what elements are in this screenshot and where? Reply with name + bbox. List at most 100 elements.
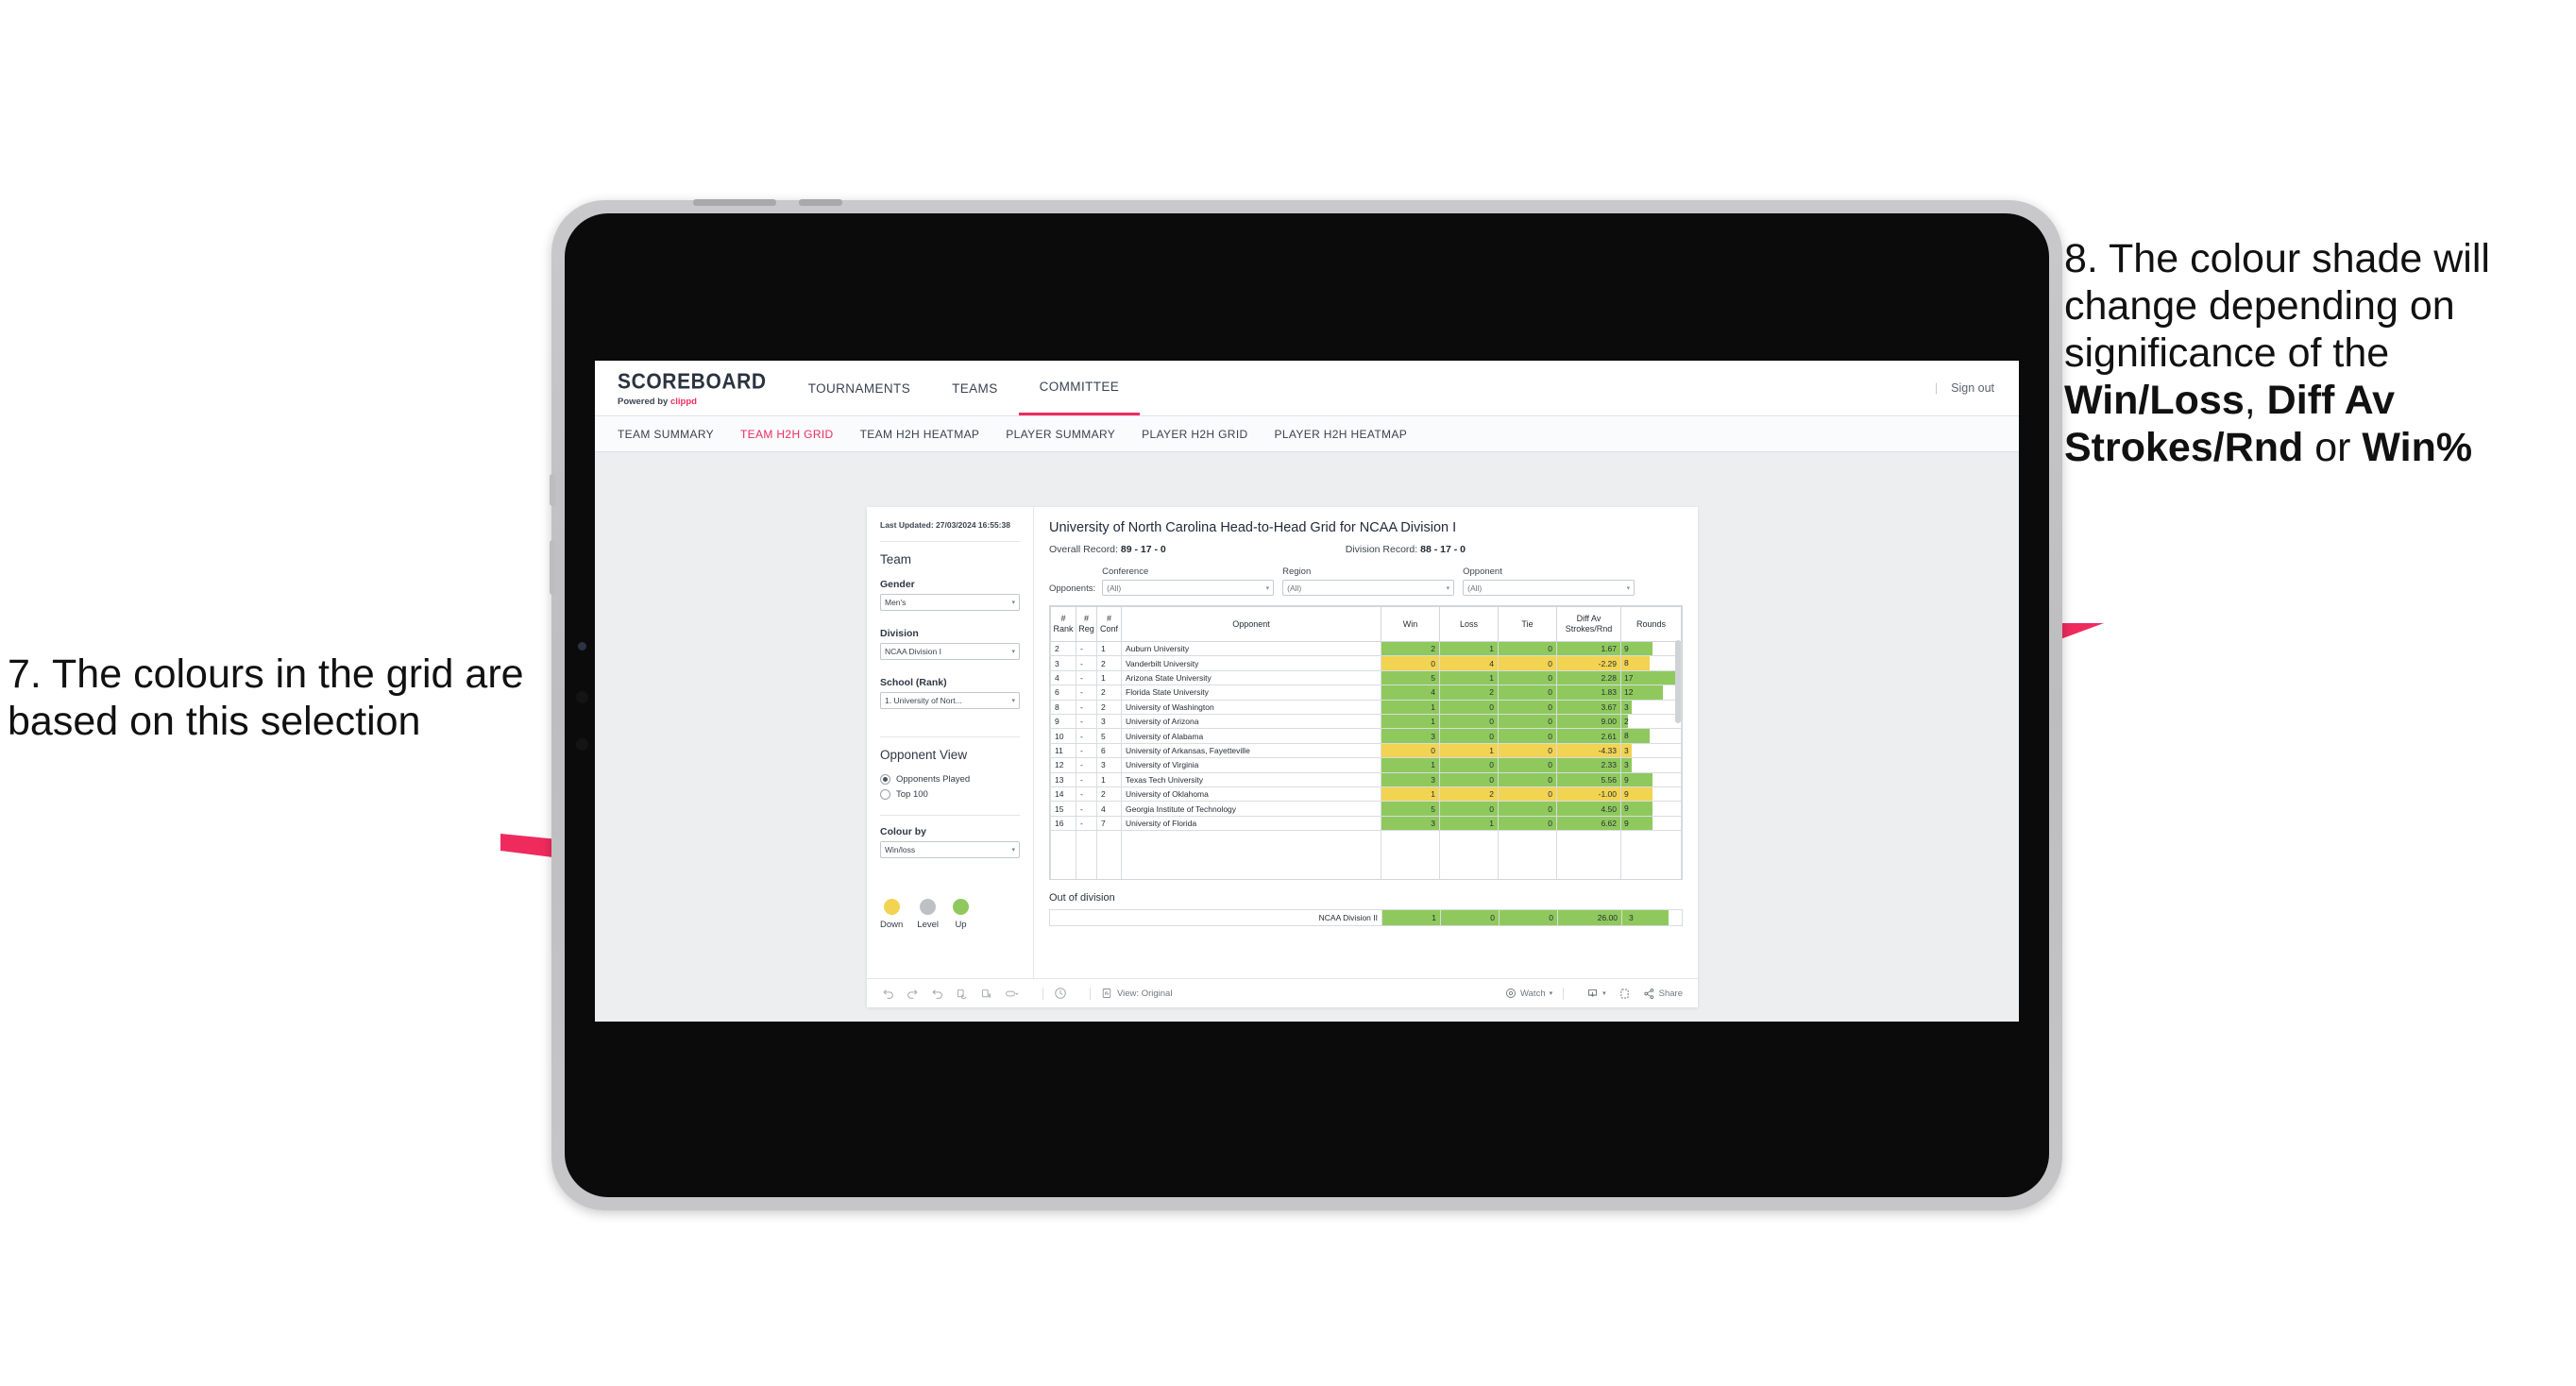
nav-item-committee[interactable]: COMMITTEE bbox=[1018, 361, 1141, 415]
out-of-division-body: NCAA Division II 1 0 0 26.00 3 bbox=[1049, 909, 1683, 927]
filter-region: Region (All) ▾ bbox=[1282, 566, 1455, 596]
sidebar-divider-2 bbox=[880, 736, 1020, 738]
table-cell: 1 bbox=[1439, 640, 1499, 657]
revert-icon[interactable] bbox=[931, 988, 943, 1000]
out-of-division-title: Out of division bbox=[1049, 892, 1115, 904]
radio-opponents-played[interactable]: Opponents Played bbox=[880, 774, 1020, 786]
table-row[interactable]: 11-6 University of Arkansas, Fayetteville… bbox=[1050, 742, 1682, 759]
filter-conference-select[interactable]: (All) ▾ bbox=[1102, 580, 1275, 596]
toolbar-right-group: Watch ▾ ▾ Share bbox=[1493, 987, 1683, 1000]
table-row[interactable]: 2-1 Auburn University 2 1 0 1.67 9 bbox=[1050, 640, 1682, 657]
fullscreen-icon[interactable] bbox=[1618, 988, 1631, 1000]
table-cell: 10 bbox=[1050, 728, 1076, 744]
table-header-cell[interactable]: Opponent bbox=[1121, 606, 1381, 642]
table-row[interactable]: 10-5 University of Alabama 3 0 0 2.61 8 bbox=[1050, 728, 1682, 744]
subnav-item-player-h2h-grid[interactable]: PLAYER H2H GRID bbox=[1142, 428, 1247, 441]
subnav-item-team-summary[interactable]: TEAM SUMMARY bbox=[618, 428, 714, 441]
pause-auto-update-icon[interactable] bbox=[1054, 987, 1067, 1000]
visualization-panel: University of North Carolina Head-to-Hea… bbox=[1034, 507, 1698, 978]
table-header-cell[interactable]: Win bbox=[1381, 606, 1440, 642]
chevron-down-icon: ▾ bbox=[1011, 600, 1015, 607]
table-row[interactable]: 14-2 University of Oklahoma 1 2 0 -1.00 9 bbox=[1050, 786, 1682, 803]
table-scrollbar-thumb[interactable] bbox=[1675, 640, 1681, 723]
table-cell: 1 bbox=[1096, 771, 1122, 788]
legend-item-level: Level bbox=[917, 894, 939, 930]
share-button[interactable]: Share bbox=[1643, 988, 1683, 1000]
download-icon[interactable]: ▾ bbox=[1586, 988, 1606, 1000]
workbook-toolbar: View: Original Watch ▾ ▾ Share bbox=[867, 978, 1698, 1007]
out-of-division-cell-rounds: 3 bbox=[1621, 909, 1683, 927]
out-of-division-row[interactable]: NCAA Division II 1 0 0 26.00 3 bbox=[1049, 909, 1683, 927]
table-header-cell[interactable]: # Reg bbox=[1076, 606, 1097, 642]
table-cell: 0 bbox=[1498, 815, 1557, 832]
school-rank-select[interactable]: 1. University of Nort... ▾ bbox=[880, 692, 1020, 710]
annotation-right-bold-winpct: Win% bbox=[2362, 424, 2473, 470]
filter-region-select[interactable]: (All) ▾ bbox=[1282, 580, 1455, 596]
table-row[interactable]: 8-2 University of Washington 1 0 0 3.67 3 bbox=[1050, 699, 1682, 716]
table-cell: 14 bbox=[1050, 786, 1076, 803]
table-header-cell[interactable]: # Rank bbox=[1050, 606, 1076, 642]
table-row[interactable]: 13-1 Texas Tech University 3 0 0 5.56 9 bbox=[1050, 771, 1682, 788]
table-header-cell[interactable]: Tie bbox=[1498, 606, 1557, 642]
table-cell: 2 bbox=[1439, 786, 1499, 803]
table-header-cell[interactable]: Loss bbox=[1439, 606, 1499, 642]
table-row[interactable]: 6-2 Florida State University 4 2 0 1.83 12 bbox=[1050, 685, 1682, 701]
radio-top-100[interactable]: Top 100 bbox=[880, 789, 1020, 801]
refresh-icon[interactable] bbox=[956, 988, 968, 1000]
sidebar-divider-1 bbox=[880, 541, 1020, 543]
table-row[interactable]: 4-1 Arizona State University 5 1 0 2.28 17 bbox=[1050, 669, 1682, 686]
table-row[interactable]: 3-2 Vanderbilt University 0 4 0 -2.29 8 bbox=[1050, 655, 1682, 671]
table-cell: - bbox=[1076, 757, 1097, 773]
watch-button[interactable]: Watch ▾ bbox=[1505, 988, 1552, 999]
table-row[interactable]: 16-7 University of Florida 3 1 0 6.62 9 bbox=[1050, 815, 1682, 832]
table-cell: 1.67 bbox=[1556, 640, 1621, 657]
annotation-left: 7. The colours in the grid are based on … bbox=[8, 651, 536, 746]
brand-powered-by: Powered by bbox=[618, 397, 670, 407]
undo-icon[interactable] bbox=[882, 988, 894, 1000]
gender-select[interactable]: Men's ▾ bbox=[880, 594, 1020, 612]
nav-divider: | bbox=[1934, 381, 1939, 395]
redo-icon[interactable] bbox=[907, 988, 919, 1000]
opponents-label: Opponents: bbox=[1049, 583, 1096, 594]
table-cell: 6 bbox=[1050, 685, 1076, 701]
table-cell: University of Oklahoma bbox=[1121, 786, 1381, 803]
table-cell: 6.62 bbox=[1556, 815, 1621, 832]
table-header-cell[interactable]: Rounds bbox=[1620, 606, 1682, 642]
nav-item-teams[interactable]: TEAMS bbox=[931, 361, 1019, 415]
table-cell: -1.00 bbox=[1556, 786, 1621, 803]
annotation-right-mid1: , bbox=[2244, 377, 2267, 423]
subnav-item-player-h2h-heatmap[interactable]: PLAYER H2H HEATMAP bbox=[1275, 428, 1408, 441]
school-rank-label: School (Rank) bbox=[880, 677, 947, 689]
out-of-division-cell: 0 bbox=[1499, 909, 1558, 927]
tablet-button-top-1 bbox=[693, 199, 776, 206]
pause-icon[interactable] bbox=[980, 988, 992, 1000]
undo-all-icon[interactable] bbox=[1005, 988, 1020, 1000]
nav-label-teams: TEAMS bbox=[952, 380, 998, 396]
table-row[interactable]: 12-3 University of Virginia 1 0 0 2.33 3 bbox=[1050, 757, 1682, 773]
table-cell: - bbox=[1076, 801, 1097, 817]
sign-out-button[interactable]: | Sign out bbox=[1935, 361, 2019, 415]
brand-clippd: clippd bbox=[669, 397, 697, 407]
filter-opponent-select[interactable]: (All) ▾ bbox=[1463, 580, 1635, 596]
table-blank-rows bbox=[1050, 830, 1682, 880]
table-header-cell[interactable]: # Conf bbox=[1096, 606, 1122, 642]
table-header-row: # Rank # Reg # Conf Opponent Win Loss Tie Diff Av S… bbox=[1050, 606, 1682, 642]
table-cell: 0 bbox=[1498, 640, 1557, 657]
view-original-label: View: Original bbox=[1117, 988, 1173, 999]
view-original-button[interactable]: View: Original bbox=[1101, 988, 1172, 999]
table-header-cell[interactable]: Diff Av Strokes/Rnd bbox=[1556, 606, 1621, 642]
table-cell: 0 bbox=[1439, 771, 1499, 788]
subnav-item-team-h2h-grid[interactable]: TEAM H2H GRID bbox=[740, 428, 834, 441]
subnav-item-team-h2h-heatmap[interactable]: TEAM H2H HEATMAP bbox=[860, 428, 980, 441]
table-cell: 3 bbox=[1381, 771, 1440, 788]
subnav-item-player-summary[interactable]: PLAYER SUMMARY bbox=[1006, 428, 1115, 441]
colour-by-select[interactable]: Win/loss ▾ bbox=[880, 841, 1020, 859]
tablet-button-top-2 bbox=[799, 199, 842, 206]
nav-item-tournaments[interactable]: TOURNAMENTS bbox=[788, 361, 931, 415]
table-row[interactable]: 15-4 Georgia Institute of Technology 5 0 0 4.… bbox=[1050, 801, 1682, 817]
division-select[interactable]: NCAA Division I ▾ bbox=[880, 643, 1020, 661]
table-row[interactable]: 9-3 University of Arizona 1 0 0 9.00 2 bbox=[1050, 714, 1682, 730]
table-cell: - bbox=[1076, 742, 1097, 759]
nav-label-tournaments: TOURNAMENTS bbox=[807, 380, 911, 396]
colour-by-value: Win/loss bbox=[885, 845, 916, 855]
